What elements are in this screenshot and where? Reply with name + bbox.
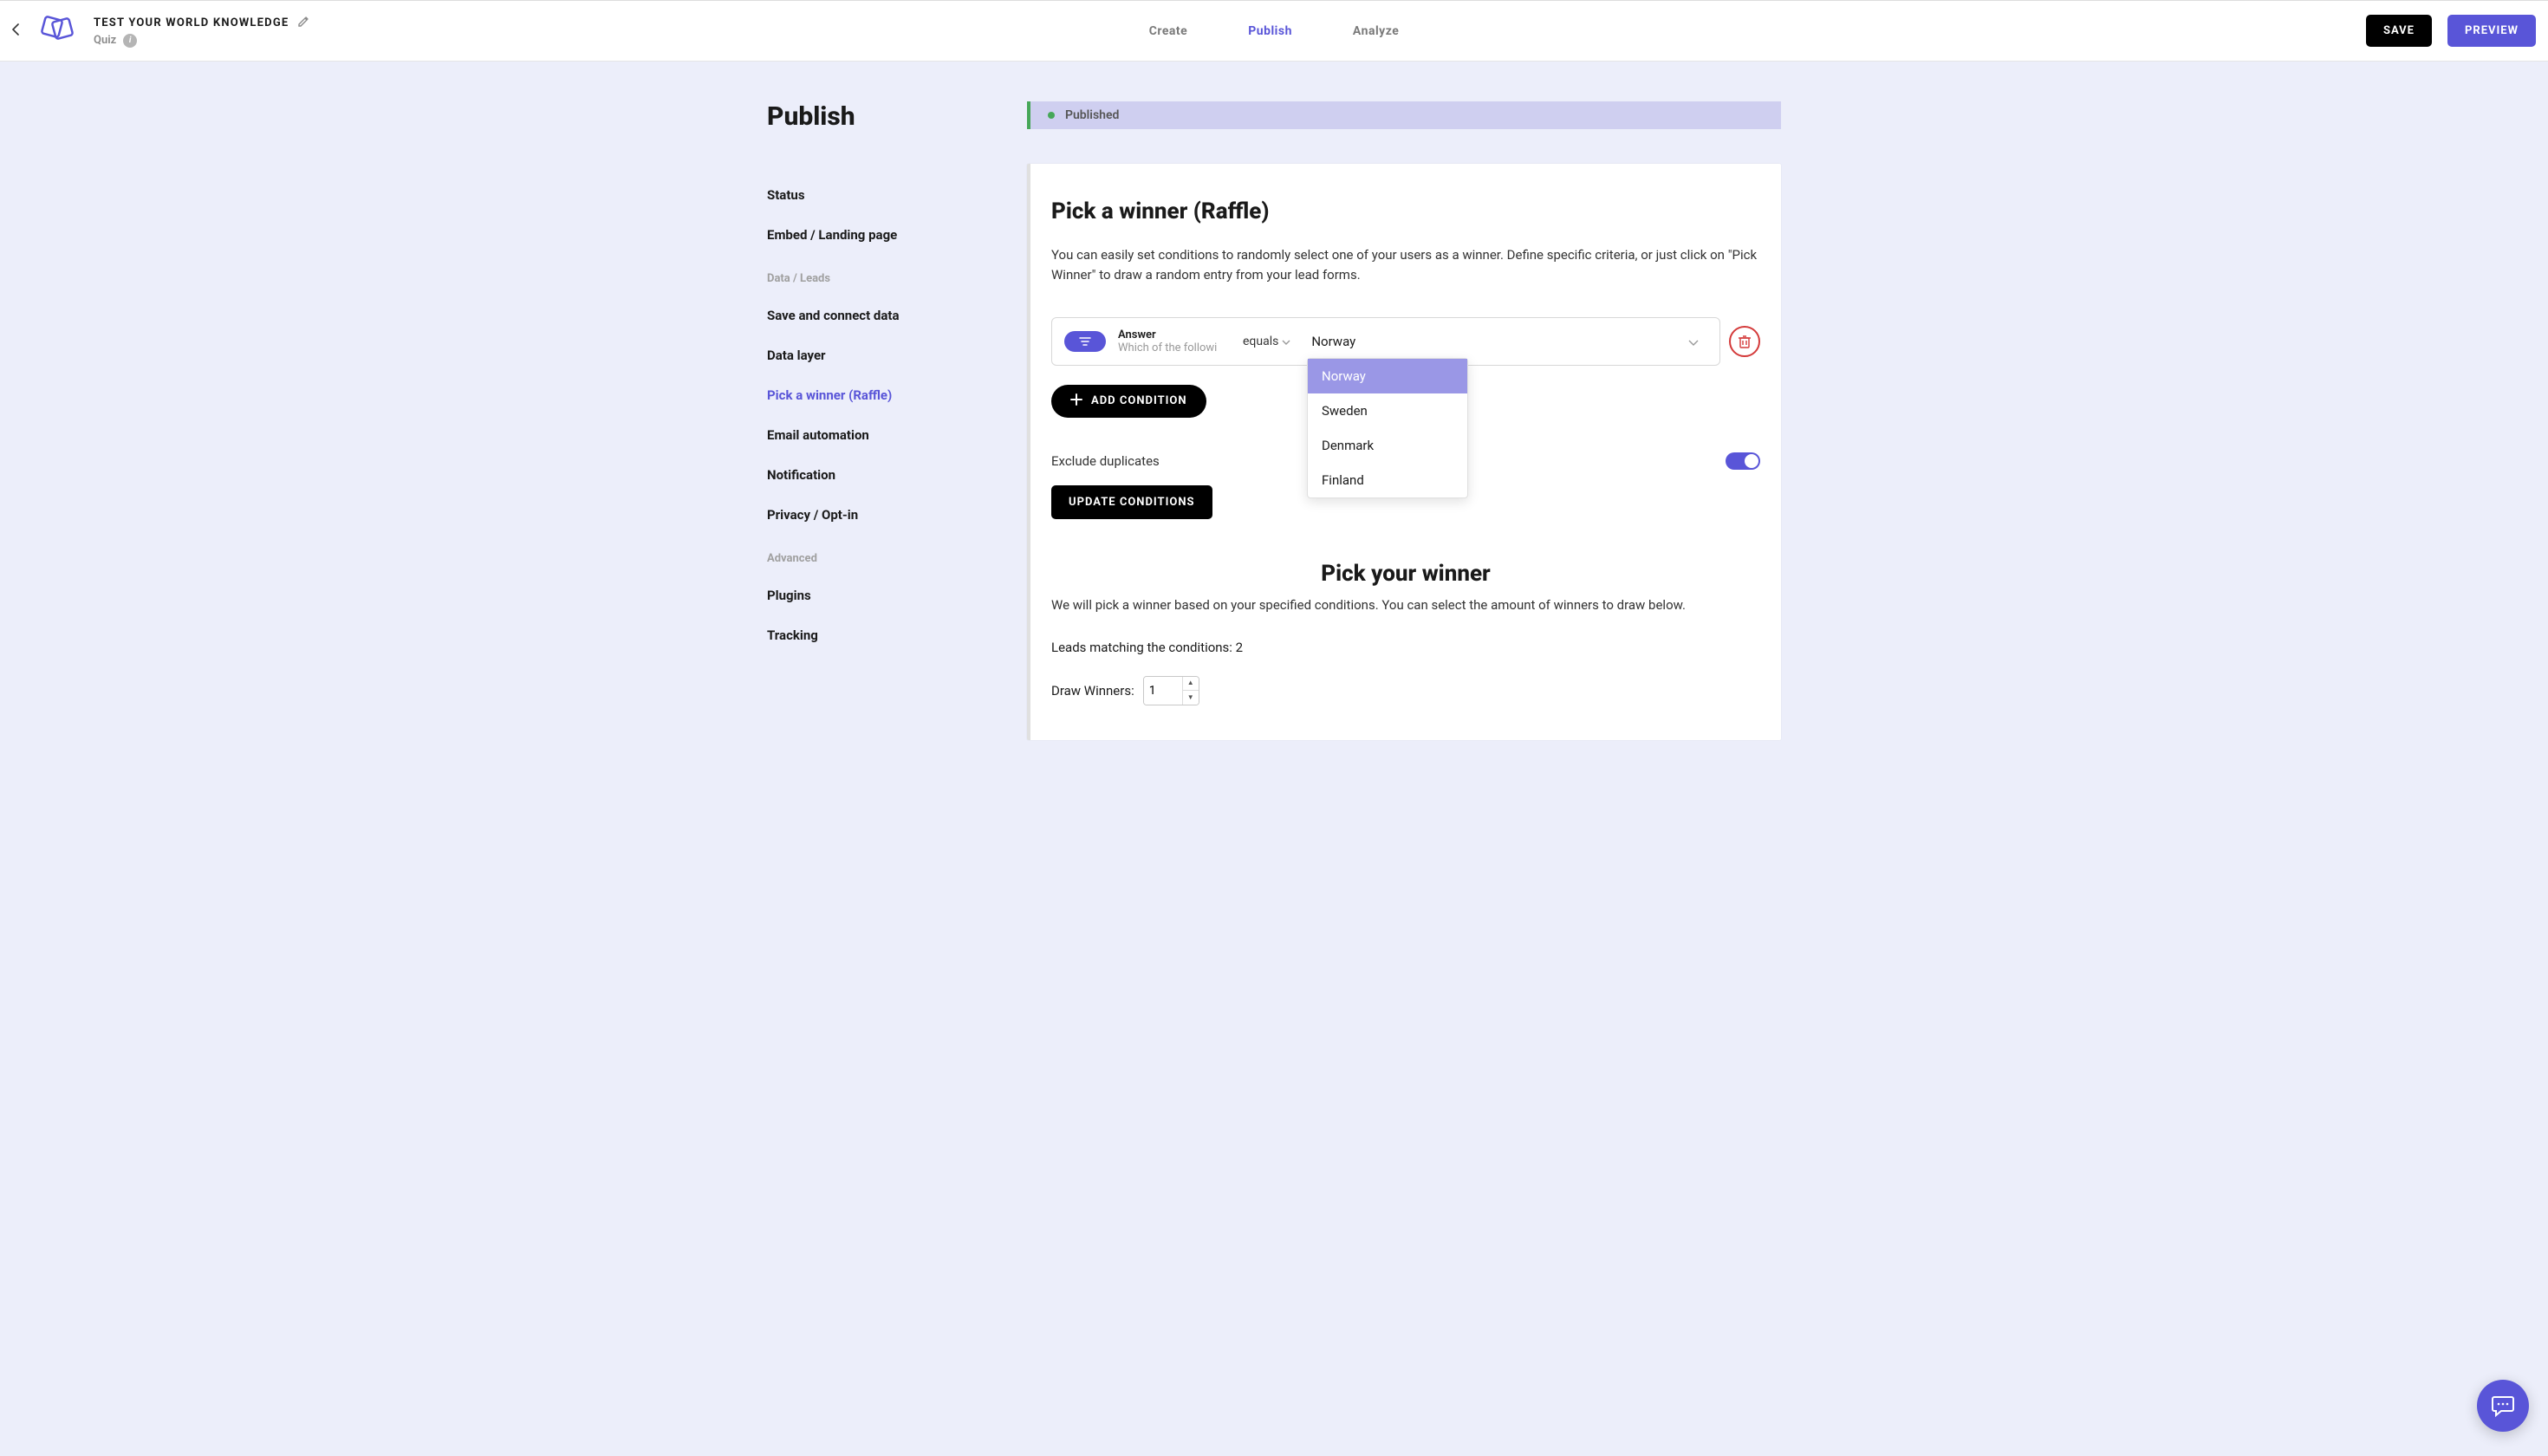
delete-condition-button[interactable] bbox=[1729, 326, 1760, 357]
exclude-duplicates-toggle[interactable] bbox=[1726, 452, 1760, 470]
dropdown-option-denmark[interactable]: Denmark bbox=[1308, 428, 1467, 463]
operator-label: equals bbox=[1243, 335, 1278, 348]
status-dot-icon bbox=[1048, 112, 1055, 119]
nav-analyze[interactable]: Analyze bbox=[1353, 24, 1399, 38]
sidebar-item-plugins[interactable]: Plugins bbox=[767, 575, 1027, 615]
sidebar-item-pick-winner[interactable]: Pick a winner (Raffle) bbox=[767, 375, 1027, 415]
add-condition-label: ADD CONDITION bbox=[1091, 394, 1187, 407]
project-type-label: Quiz bbox=[94, 34, 116, 47]
project-title: TEST YOUR WORLD KNOWLEDGE bbox=[94, 16, 289, 29]
dropdown-option-norway[interactable]: Norway bbox=[1308, 359, 1467, 393]
sidebar-item-status[interactable]: Status bbox=[767, 175, 1027, 215]
pick-winner-title: Pick your winner bbox=[1051, 561, 1760, 587]
sidebar-section-advanced: Advanced bbox=[767, 535, 1027, 575]
value-select[interactable]: Norway bbox=[1303, 333, 1707, 349]
stepper-down-button[interactable]: ▼ bbox=[1183, 691, 1199, 705]
plus-icon bbox=[1070, 393, 1082, 409]
preview-button[interactable]: PREVIEW bbox=[2447, 15, 2536, 47]
draw-winners-stepper: ▲ ▼ bbox=[1143, 676, 1199, 705]
info-icon[interactable]: i bbox=[123, 34, 137, 48]
answer-subtext: Which of the followi bbox=[1118, 341, 1231, 354]
stepper-up-button[interactable]: ▲ bbox=[1183, 677, 1199, 691]
sidebar-item-tracking[interactable]: Tracking bbox=[767, 615, 1027, 655]
back-button[interactable] bbox=[12, 23, 26, 39]
operator-select[interactable]: equals bbox=[1243, 335, 1290, 348]
value-dropdown: Norway Sweden Denmark Finland bbox=[1307, 358, 1468, 498]
draw-winners-label: Draw Winners: bbox=[1051, 683, 1134, 699]
sidebar-item-embed[interactable]: Embed / Landing page bbox=[767, 215, 1027, 255]
leads-matching-line: Leads matching the conditions: 2 bbox=[1051, 640, 1760, 655]
logo[interactable] bbox=[31, 13, 78, 49]
edit-title-icon[interactable] bbox=[297, 15, 309, 31]
page-title: Publish bbox=[767, 101, 1027, 132]
status-label: Published bbox=[1065, 108, 1119, 122]
status-bar: Published bbox=[1027, 101, 1781, 129]
sidebar-item-notification[interactable]: Notification bbox=[767, 455, 1027, 495]
card-title: Pick a winner (Raffle) bbox=[1051, 198, 1760, 224]
answer-label: Answer bbox=[1118, 328, 1231, 341]
dropdown-option-sweden[interactable]: Sweden bbox=[1308, 393, 1467, 428]
value-select-label: Norway bbox=[1311, 334, 1355, 349]
update-conditions-button[interactable]: UPDATE CONDITIONS bbox=[1051, 485, 1212, 519]
sidebar-item-data-layer[interactable]: Data layer bbox=[767, 335, 1027, 375]
nav-create[interactable]: Create bbox=[1149, 24, 1188, 38]
draw-winners-input[interactable] bbox=[1144, 677, 1182, 705]
pick-winner-description: We will pick a winner based on your spec… bbox=[1051, 595, 1760, 615]
save-button[interactable]: SAVE bbox=[2366, 15, 2432, 47]
add-condition-button[interactable]: ADD CONDITION bbox=[1051, 385, 1206, 418]
sidebar-item-privacy[interactable]: Privacy / Opt-in bbox=[767, 495, 1027, 535]
sidebar-item-email-automation[interactable]: Email automation bbox=[767, 415, 1027, 455]
sidebar-section-data: Data / Leads bbox=[767, 255, 1027, 296]
dropdown-option-finland[interactable]: Finland bbox=[1308, 463, 1467, 497]
card-description: You can easily set conditions to randoml… bbox=[1051, 245, 1760, 286]
nav-publish[interactable]: Publish bbox=[1248, 24, 1292, 38]
chevron-down-icon bbox=[1282, 335, 1290, 348]
chevron-down-icon bbox=[1688, 333, 1699, 349]
chat-fab[interactable] bbox=[2477, 1380, 2529, 1432]
exclude-duplicates-label: Exclude duplicates bbox=[1051, 453, 1160, 469]
sidebar-item-save-connect[interactable]: Save and connect data bbox=[767, 296, 1027, 335]
condition-type-icon[interactable] bbox=[1064, 331, 1106, 352]
